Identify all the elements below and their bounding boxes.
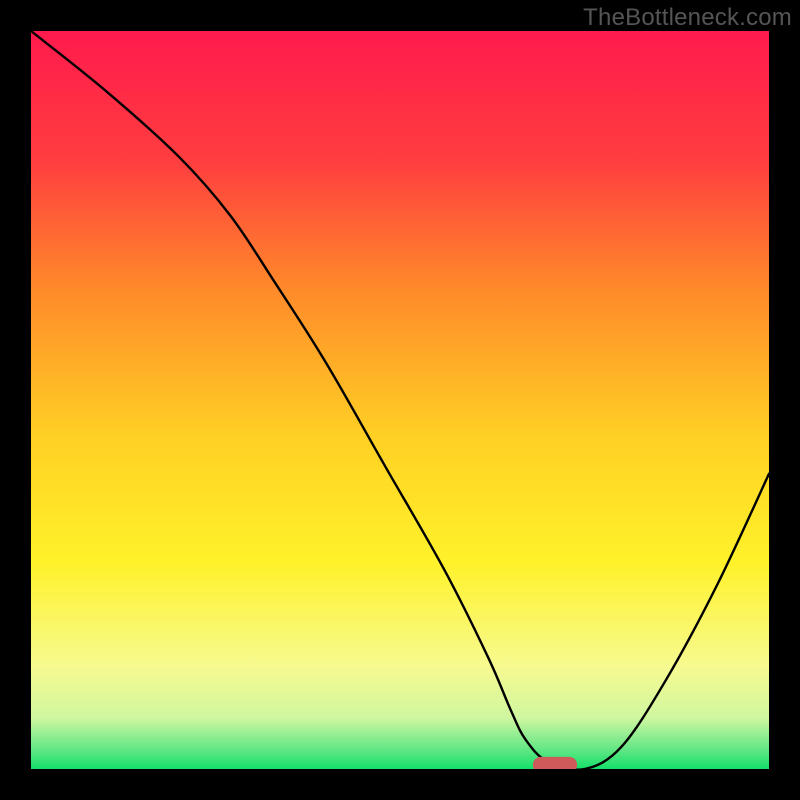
bottleneck-chart <box>31 31 769 769</box>
chart-background-gradient <box>31 31 769 769</box>
watermark-text: TheBottleneck.com <box>583 4 792 32</box>
optimal-marker <box>533 757 577 769</box>
chart-frame <box>31 31 769 769</box>
